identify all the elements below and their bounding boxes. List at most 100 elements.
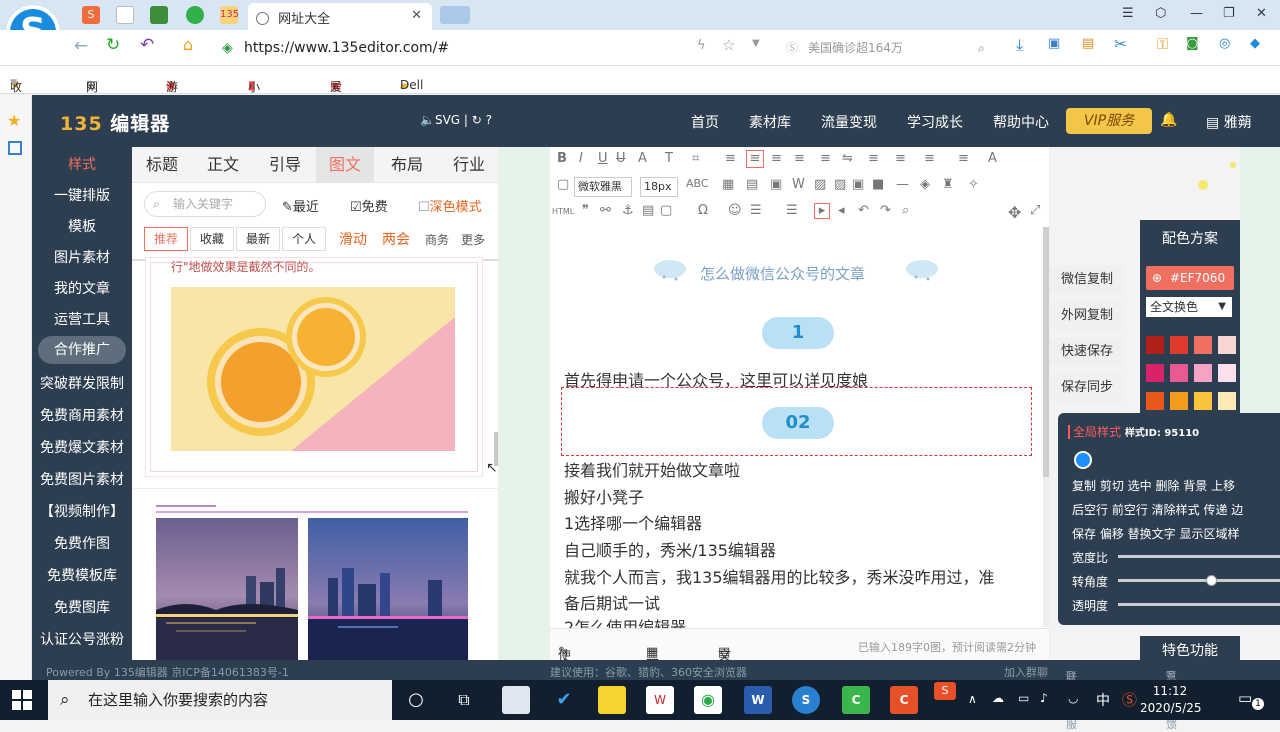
save-sync-button[interactable]: 保存同步 [1050,374,1124,402]
tab-map-icon[interactable] [150,6,168,24]
image-icon[interactable]: ▨ [814,177,826,192]
notification-icon[interactable]: ▭ [1238,689,1252,707]
undo-icon[interactable]: ↶ [858,203,869,218]
tab-guide[interactable]: 引导 [269,147,301,183]
brand-logo[interactable]: 135 编辑器 [60,109,170,136]
paragraph-spacing-icon[interactable]: ≡ [924,151,935,166]
tab-industry[interactable]: 行业 [453,147,485,183]
left-nav-commercial[interactable]: 免费商用素材 [32,405,132,425]
rotate-slider-knob[interactable] [1205,575,1217,586]
url-field[interactable]: ◈ https://www.135editor.com/# [216,36,776,60]
game-icon[interactable]: ◙ [1186,36,1199,51]
color-swatch[interactable] [1170,364,1188,382]
wifi-icon[interactable]: ◡ [1068,691,1078,705]
dropdown-icon[interactable]: ▼ [752,38,760,49]
tray-chevron-icon[interactable]: ∧ [968,692,977,706]
wps-icon[interactable]: W [646,686,674,714]
media-icon[interactable]: ▣ [770,177,782,192]
nav-help[interactable]: 帮助中心 [993,112,1049,132]
left-nav-tools[interactable]: 运营工具 [32,309,132,329]
taskbar-clock[interactable]: 11:12 2020/5/25 [1140,683,1202,717]
eraser-icon[interactable]: ◈ [920,177,930,192]
battery-icon[interactable]: ▭ [1018,691,1029,705]
format-painter-icon[interactable]: ⌗ [692,151,699,166]
external-copy-button[interactable]: 外网复制 [1050,302,1124,330]
paragraph[interactable]: 接着我们就开始做文章啦 [564,457,740,481]
line-height-icon[interactable]: ≡ [895,151,906,166]
insert-frame-icon[interactable]: ▢ [660,203,672,218]
left-nav-free-images[interactable]: 免费图片素材 [32,469,132,489]
unlink-icon[interactable]: ⚯ [600,203,611,218]
tab-page-icon[interactable] [116,6,134,24]
color-swatch[interactable] [1194,336,1212,354]
tab-refresh-icon[interactable] [186,6,204,24]
color-swatch[interactable] [1170,392,1188,410]
sogou-tray-icon[interactable]: Ⓢ [1122,689,1137,710]
nav-learn[interactable]: 学习成长 [907,112,963,132]
volume-icon[interactable]: ♪ [1040,691,1048,705]
wechat-copy-button[interactable]: 微信复制 [1050,266,1124,294]
tag-slide[interactable]: 滑动 [339,229,367,249]
word-icon[interactable]: W [792,177,805,192]
opacity-slider[interactable] [1118,603,1280,606]
tab-title[interactable]: 标题 [146,147,178,183]
taskbar-search-input[interactable]: ⌕ 在这里输入你要搜索的内容 [48,680,392,720]
zoom-icon[interactable]: ⌕ [902,203,909,218]
tab-layout[interactable]: 布局 [391,147,423,183]
tab-135-icon[interactable]: 135 [220,6,239,24]
font-color-icon[interactable]: A [638,151,647,166]
left-nav-cooperation[interactable]: 合作推广 [38,336,126,364]
app-window-icon[interactable] [502,686,530,714]
indent-first-icon[interactable]: ≡ [868,151,879,166]
underline-icon[interactable]: U [598,151,608,166]
color-swatch[interactable] [1194,392,1212,410]
camtasia-recorder-icon[interactable]: C [890,686,918,714]
favorites-star-icon[interactable]: ★ [7,111,21,130]
style-actions-row3[interactable]: 保存 偏移 替换文字 显示区域样 [1072,525,1239,542]
omega-icon[interactable]: Ω [698,203,708,218]
todo-icon[interactable]: ✔ [550,686,578,714]
emoji-icon[interactable]: ☺ [728,203,742,218]
text-direction-icon[interactable]: ⇋ [842,151,853,166]
tab-image-text[interactable]: 图文 [316,147,374,183]
left-nav-styles[interactable]: 样式 [32,154,132,174]
footer-join-group[interactable]: 加入群聊 [1004,664,1048,680]
font-family-select[interactable]: 微软雅黑 [574,177,632,197]
skin-icon[interactable]: ⬡ [1155,6,1166,21]
translate-icon[interactable]: ▣ [1048,36,1060,51]
style-actions-row2[interactable]: 后空行 前空行 清除样式 传递 边 [1072,501,1243,518]
color-swatch[interactable] [1218,364,1236,382]
list-icon[interactable]: ☰ [750,203,762,218]
photo-icon[interactable]: ▣ [852,177,864,192]
text-style-icon[interactable]: T [665,151,673,166]
key-icon[interactable]: ⚿ [1157,35,1168,53]
lightning-icon[interactable]: ϟ [697,38,706,53]
download-icon[interactable]: ⤓ [1016,35,1023,55]
filter-personal[interactable]: 个人 [282,227,326,251]
hr-icon[interactable]: — [896,177,909,192]
maximize-icon[interactable]: ❐ [1223,6,1235,21]
section-badge-2[interactable]: 02 [762,407,834,439]
tag-more[interactable]: 更多 [461,231,485,248]
redo-icon[interactable]: ↷ [880,203,891,218]
tab-active[interactable]: 网址大全 ✕ [248,3,432,30]
color-swatch[interactable] [1146,364,1164,382]
sogou-ime-icon[interactable]: S [934,682,956,700]
material-search-input[interactable]: ⌕ 输入关键字 [144,191,266,217]
color-swatch[interactable] [1218,392,1236,410]
home-icon[interactable]: ⌂ [183,35,193,54]
strikethrough-icon[interactable]: U [616,151,626,166]
tab-sogou-icon[interactable]: S [82,6,100,24]
left-nav-my-articles[interactable]: 我的文章 [32,278,132,298]
spacing-icon[interactable]: ≡ [958,151,969,166]
nav-library[interactable]: 素材库 [749,112,791,132]
user-menu[interactable]: ▤ 雅蒴 [1206,112,1252,132]
camtasia-icon[interactable]: C [842,686,870,714]
color-mode-select[interactable]: 全文换色 ▼ [1146,297,1232,317]
left-nav-one-click[interactable]: 一键排版 [32,185,132,205]
nav-monetize[interactable]: 流量变现 [821,112,877,132]
sticky-notes-icon[interactable] [598,686,626,714]
search-box[interactable]: Ⓢ 美国确诊超164万 ⌕ [780,36,1000,60]
align-center-icon[interactable]: ≡ [746,150,764,168]
document-title[interactable]: 怎么做微信公众号的文章 [700,263,865,284]
